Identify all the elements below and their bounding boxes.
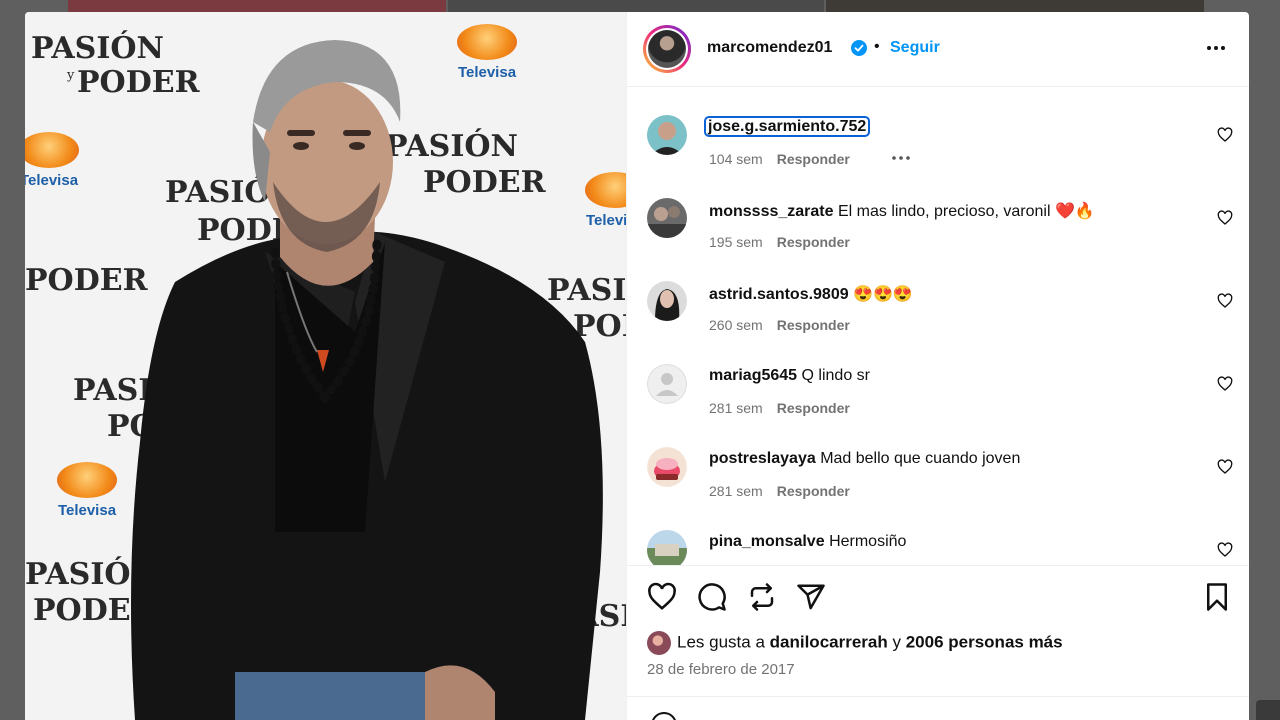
reply-button[interactable]: Responder xyxy=(777,483,850,499)
background-post-thumbnail xyxy=(448,0,824,12)
comment-username[interactable]: mariag5645 xyxy=(709,367,797,384)
post-modal: PASIÓN y PODER PASIÓN PODER PASIÓN PODER… xyxy=(25,12,1249,720)
comment-avatar[interactable] xyxy=(647,198,687,238)
author-username[interactable]: marcomendez01 xyxy=(707,39,832,57)
comment-text: Q lindo sr xyxy=(801,367,870,384)
comment-item: pina_monsalve Hermosiño xyxy=(627,502,1249,565)
post-photo: PASIÓN y PODER PASIÓN PODER PASIÓN PODER… xyxy=(25,12,626,720)
comment-username[interactable]: postreslayaya xyxy=(709,450,816,467)
post-side-panel: marcomendez01 • Seguir jose.g.sarmiento.… xyxy=(626,12,1249,720)
author-avatar[interactable] xyxy=(643,25,691,73)
comment-item: monssss_zarate El mas lindo, precioso, v… xyxy=(627,170,1249,253)
follow-button[interactable]: Seguir xyxy=(890,39,940,57)
heart-icon[interactable] xyxy=(1217,127,1233,143)
comment-item: mariag5645 Q lindo sr 281 sem Responder xyxy=(627,336,1249,419)
comment-item: jose.g.sarmiento.752 104 sem Responder xyxy=(627,87,1249,170)
comment-avatar[interactable] xyxy=(647,115,687,155)
likes-prefix: Les gusta a xyxy=(677,632,765,652)
comment-text: Mad bello que cuando joven xyxy=(820,450,1021,467)
header-separator: • xyxy=(874,38,880,55)
comment-avatar[interactable] xyxy=(647,447,687,487)
comment-username[interactable]: jose.g.sarmiento.752 xyxy=(703,116,871,137)
post-date[interactable]: 28 de febrero de 2017 xyxy=(647,661,795,678)
comment-text: El mas lindo, precioso, varonil ❤️🔥 xyxy=(837,203,1095,220)
background-post-thumbnail xyxy=(1256,700,1280,720)
comment-avatar[interactable] xyxy=(647,281,687,321)
comment-item: postreslayaya Mad bello que cuando joven… xyxy=(627,419,1249,502)
reply-button[interactable]: Responder xyxy=(777,400,850,416)
background-post-thumbnail xyxy=(68,0,446,12)
comment-time[interactable]: 260 sem xyxy=(709,317,763,333)
comment-username[interactable]: monssss_zarate xyxy=(709,203,834,220)
comment-username[interactable]: pina_monsalve xyxy=(709,533,825,550)
verified-badge-icon xyxy=(851,40,867,56)
comment-text: Hermosiño xyxy=(829,533,907,550)
heart-icon[interactable] xyxy=(1217,210,1233,226)
comment-avatar[interactable] xyxy=(647,364,687,404)
liker-username[interactable]: danilocarrerah xyxy=(770,632,888,651)
bookmark-icon[interactable] xyxy=(1202,582,1232,612)
comment-avatar[interactable] xyxy=(647,530,687,565)
heart-icon[interactable] xyxy=(1217,542,1233,558)
emoji-icon[interactable] xyxy=(651,712,677,720)
likes-summary: Les gusta a danilocarrerah y 2006 person… xyxy=(647,631,1063,661)
comment-time[interactable]: 104 sem xyxy=(709,151,763,167)
comment-text: 😍😍😍 xyxy=(853,286,913,303)
likes-connector: y xyxy=(892,632,901,652)
likes-count[interactable]: 2006 personas más xyxy=(906,632,1063,651)
divider xyxy=(627,696,1249,697)
reply-button[interactable]: Responder xyxy=(777,234,850,250)
comment-time[interactable]: 281 sem xyxy=(709,400,763,416)
post-actions-bar xyxy=(627,565,1249,638)
comments-list[interactable]: jose.g.sarmiento.752 104 sem Responder mo… xyxy=(627,87,1249,565)
comment-username[interactable]: astrid.santos.9809 xyxy=(709,286,849,303)
post-header: marcomendez01 • Seguir xyxy=(627,12,1249,87)
heart-icon[interactable] xyxy=(1217,459,1233,475)
comment-time[interactable]: 195 sem xyxy=(709,234,763,250)
share-icon[interactable] xyxy=(796,582,826,612)
comment-item: astrid.santos.9809 😍😍😍 260 sem Responder xyxy=(627,253,1249,336)
comment-icon[interactable] xyxy=(697,582,727,612)
more-options-icon[interactable] xyxy=(1204,36,1228,60)
liker-avatar[interactable] xyxy=(647,631,671,655)
repost-icon[interactable] xyxy=(747,582,777,612)
heart-icon[interactable] xyxy=(1217,293,1233,309)
heart-icon[interactable] xyxy=(1217,376,1233,392)
background-post-thumbnail xyxy=(826,0,1204,12)
heart-icon[interactable] xyxy=(647,582,677,612)
man-in-black-blazer xyxy=(131,40,603,720)
comment-more-icon[interactable] xyxy=(890,151,912,165)
reply-button[interactable]: Responder xyxy=(777,151,850,167)
reply-button[interactable]: Responder xyxy=(777,317,850,333)
comment-time[interactable]: 281 sem xyxy=(709,483,763,499)
